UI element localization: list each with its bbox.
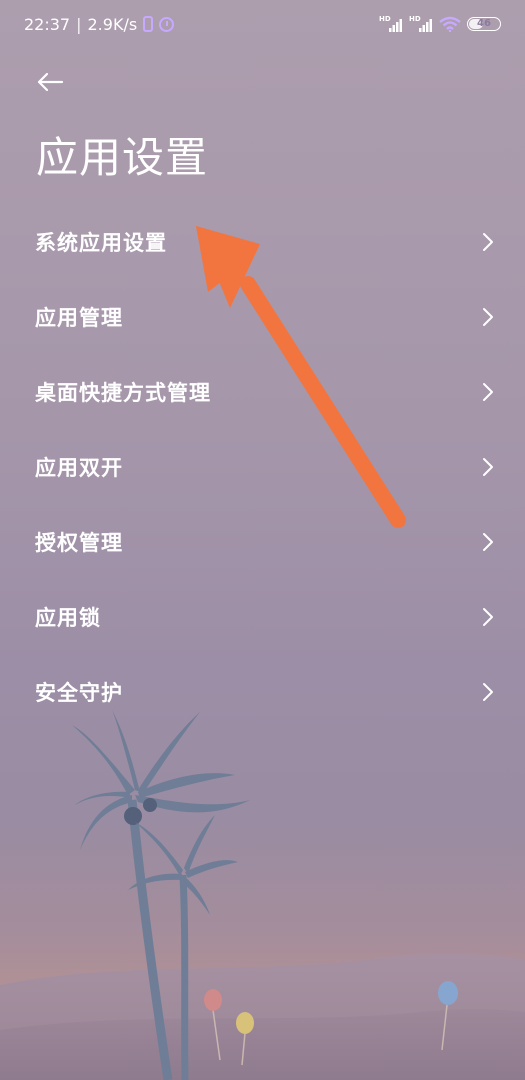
menu-item-system-app-settings[interactable]: 系统应用设置 [0,204,525,279]
status-left: 22:37 | 2.9K/s [24,14,175,34]
menu-item-desktop-shortcut-management[interactable]: 桌面快捷方式管理 [0,354,525,429]
menu-item-app-lock[interactable]: 应用锁 [0,579,525,654]
menu-item-security-guard[interactable]: 安全守护 [0,654,525,729]
back-button[interactable] [30,64,70,100]
battery-icon: 46 [467,17,501,31]
back-arrow-icon [37,72,64,92]
menu-item-label: 应用管理 [35,305,123,330]
wifi-icon [439,16,461,32]
chevron-right-icon [483,382,493,401]
menu-item-label: 安全守护 [35,680,123,705]
signal-bars-icon [419,19,432,32]
chevron-right-icon [483,532,493,551]
chevron-right-icon [483,607,493,626]
chevron-right-icon [483,307,493,326]
status-bar: 22:37 | 2.9K/s HD HD 46 [0,0,525,48]
menu-item-label: 应用双开 [35,455,123,480]
menu-item-permission-management[interactable]: 授权管理 [0,504,525,579]
page-title: 应用设置 [36,133,209,182]
status-net-speed: 2.9K/s [87,14,138,34]
status-right: HD HD 46 [379,15,501,32]
settings-menu-list: 系统应用设置 应用管理 桌面快捷方式管理 应用双开 授权管理 应用锁 安全守护 [0,204,525,729]
menu-item-label: 桌面快捷方式管理 [35,380,211,405]
signal-sim1-icon: HD [379,15,403,32]
menu-item-app-management[interactable]: 应用管理 [0,279,525,354]
alarm-icon [159,16,175,32]
signal-bars-icon [389,19,402,32]
menu-item-label: 应用锁 [35,605,101,630]
chevron-right-icon [483,232,493,251]
chevron-right-icon [483,682,493,701]
chevron-right-icon [483,457,493,476]
menu-item-label: 系统应用设置 [35,230,167,255]
signal-sim2-icon: HD [409,15,433,32]
status-separator: | [76,14,82,34]
menu-item-label: 授权管理 [35,530,123,555]
status-time: 22:37 [24,14,71,34]
battery-level: 46 [477,18,491,29]
menu-item-dual-apps[interactable]: 应用双开 [0,429,525,504]
phone-icon [143,16,154,32]
